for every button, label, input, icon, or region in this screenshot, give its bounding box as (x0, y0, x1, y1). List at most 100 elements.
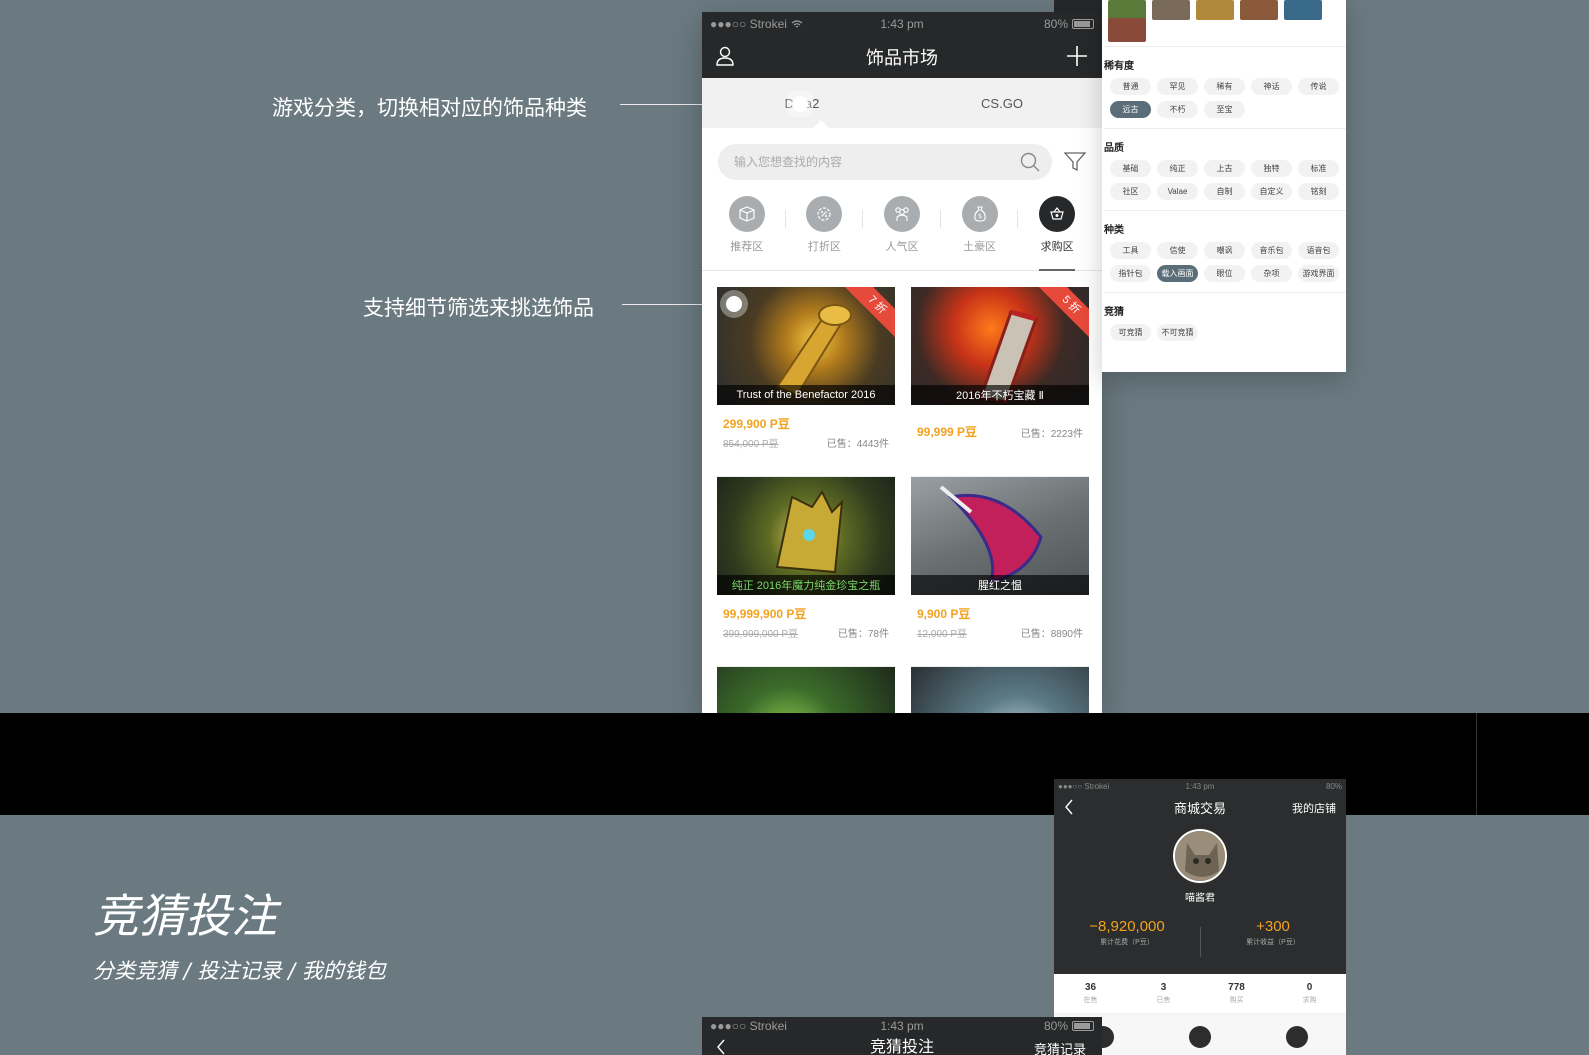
hero-thumb[interactable] (1152, 0, 1190, 20)
item-card[interactable]: 5 折 2016年不朽宝藏 Ⅱ 99,999 P豆 已售：2223件 (911, 287, 1089, 477)
hero-thumb[interactable] (1108, 0, 1146, 20)
filter-chip[interactable]: 普通 (1110, 78, 1151, 95)
money-bag-icon[interactable] (1188, 1026, 1211, 1048)
filter-chip[interactable]: 杂项 (1251, 265, 1292, 282)
price-row: 99,999 P豆 已售：2223件 (911, 405, 1089, 440)
item-sold: 已售：8890件 (1020, 629, 1083, 640)
filter-chip[interactable]: 音乐包 (1251, 242, 1292, 259)
back-icon[interactable] (1064, 799, 1074, 818)
filter-chip[interactable]: 传说 (1298, 78, 1339, 95)
hero-thumb[interactable] (1240, 0, 1278, 20)
market-phone-screen: ●●●○○ Strokei 1:43 pm 80% 饰品市场 Dota2 CS.… (702, 12, 1102, 713)
filter-chip[interactable]: 语音包 (1298, 242, 1339, 259)
filter-section-type: 种类 工具 信使 嘲讽 音乐包 语音包 指针包 载入画面 眼位 杂项 游戏界面 (1104, 210, 1346, 292)
filter-chip[interactable]: 纯正 (1157, 160, 1198, 177)
item-card[interactable]: 7 折 Trust of the Benefactor 2016 299,900… (717, 287, 895, 477)
page-title: 商城交易 (1173, 800, 1226, 816)
filter-chip[interactable]: 神话 (1251, 78, 1292, 95)
count-label: 购买 (1229, 997, 1244, 1004)
search-input[interactable] (734, 155, 1020, 169)
stat-earned: +300 累计收益（P豆） (1200, 918, 1346, 947)
filter-chips: 工具 信使 嘲讽 音乐包 语音包 指针包 载入画面 眼位 杂项 游戏界面 (1104, 242, 1340, 282)
trade-counts: 36 在售 3 已售 778 购买 0 求购 (1054, 974, 1346, 1014)
nav-bar: 饰品市场 (702, 36, 1102, 78)
item-original-price: 12,000 P豆 (917, 629, 968, 640)
tab-csgo[interactable]: CS.GO (902, 78, 1102, 128)
filter-chip[interactable]: 稀有 (1204, 78, 1245, 95)
price-row: 99,999,900 P豆 399,999,000 P豆 已售：78件 (717, 595, 895, 640)
item-card[interactable] (911, 667, 1089, 713)
item-sold: 已售：4443件 (826, 439, 889, 450)
filter-chip[interactable]: 至宝 (1204, 101, 1245, 118)
filter-chip[interactable]: 标准 (1298, 160, 1339, 177)
status-bar: ●●●○○ Strokei 1:43 pm 80% (1054, 779, 1346, 793)
filter-chip[interactable]: 游戏界面 (1298, 265, 1339, 282)
username: 喵酱君 (1185, 893, 1215, 904)
filter-chip[interactable]: 自定义 (1251, 183, 1292, 200)
filter-chip[interactable]: 基础 (1110, 160, 1151, 177)
filter-chip[interactable]: 不朽 (1157, 101, 1198, 118)
annotation-dot (726, 296, 742, 312)
filter-chip[interactable]: 自制 (1204, 183, 1245, 200)
filter-chip[interactable]: 可竞猜 (1110, 324, 1151, 341)
hero-thumb[interactable] (1284, 0, 1322, 20)
count-sold[interactable]: 3 已售 (1127, 974, 1200, 1013)
count-value: 3 (1160, 982, 1167, 993)
category-discount[interactable]: 打折区 (786, 196, 864, 270)
add-icon[interactable] (1066, 45, 1088, 72)
filter-chip-selected[interactable]: 载入画面 (1157, 265, 1198, 282)
filter-chip[interactable]: 工具 (1110, 242, 1151, 259)
item-price: 9,900 P豆 (917, 607, 971, 621)
my-shop-link[interactable]: 我的店铺 (1292, 800, 1336, 816)
filter-chip[interactable]: 眼位 (1204, 265, 1245, 282)
item-name: 腥红之愠 (911, 575, 1089, 595)
stat-label: 累计收益（P豆） (1246, 939, 1300, 946)
filter-chip[interactable]: Valae (1157, 183, 1198, 200)
category-recommend[interactable]: 推荐区 (708, 196, 786, 270)
item-name: 纯正 2016年魔力纯金珍宝之瓶 (717, 575, 895, 595)
back-icon[interactable] (716, 1039, 726, 1055)
people-icon (883, 196, 920, 232)
cat-avatar-art (1175, 831, 1225, 881)
filter-chip[interactable]: 指针包 (1110, 265, 1151, 282)
filter-icon[interactable] (1064, 152, 1086, 172)
item-card[interactable]: 腥红之愠 9,900 P豆 12,000 P豆 已售：8890件 (911, 477, 1089, 667)
shopping-basket-icon[interactable] (1286, 1026, 1309, 1048)
filter-chip[interactable]: 嘲讽 (1204, 242, 1245, 259)
filter-chip[interactable]: 铭刻 (1298, 183, 1339, 200)
filter-chip[interactable]: 不可竞猜 (1157, 324, 1198, 341)
item-card[interactable]: 纯正 2016年魔力纯金珍宝之瓶 99,999,900 P豆 399,999,0… (717, 477, 895, 667)
box-icon (728, 196, 765, 232)
category-rich[interactable]: $ 土豪区 (941, 196, 1019, 270)
count-wanted[interactable]: 0 求购 (1273, 974, 1346, 1013)
battery: 80% (1044, 1019, 1094, 1033)
user-icon[interactable] (716, 46, 734, 71)
stat-spent: −8,920,000 累计花费（P豆） (1054, 918, 1200, 947)
category-wanted[interactable]: 求购区 (1018, 196, 1096, 271)
item-image: 纯正 2016年魔力纯金珍宝之瓶 (717, 477, 895, 595)
category-popular[interactable]: 人气区 (863, 196, 941, 270)
item-card[interactable] (717, 667, 895, 713)
divider (1476, 713, 1477, 815)
carrier: ●●●○○ Strokei (710, 1019, 787, 1033)
hero-thumb[interactable] (1108, 18, 1146, 42)
count-label: 求购 (1302, 997, 1317, 1004)
filter-chips: 普通 罕见 稀有 神话 传说 远古 不朽 至宝 (1104, 78, 1340, 118)
wifi-icon (791, 19, 803, 27)
hero-thumb[interactable] (1196, 0, 1234, 20)
filter-chip[interactable]: 上古 (1204, 160, 1245, 177)
filter-chip[interactable]: 独特 (1251, 160, 1292, 177)
filter-chip-selected[interactable]: 远古 (1110, 101, 1151, 118)
filter-chip[interactable]: 社区 (1110, 183, 1151, 200)
filter-chip[interactable]: 罕见 (1157, 78, 1198, 95)
count-on-sale[interactable]: 36 在售 (1054, 974, 1127, 1013)
item-price: 99,999,900 P豆 (723, 607, 807, 621)
betting-record-link[interactable]: 竞猜记录 (1034, 1039, 1086, 1055)
avatar[interactable] (1173, 829, 1227, 883)
filter-chips: 基础 纯正 上古 独特 标准 社区 Valae 自制 自定义 铭刻 (1104, 160, 1340, 200)
search-icon[interactable] (1020, 152, 1040, 172)
carrier: ●●●○○ Strokei (710, 17, 803, 31)
filter-chip[interactable]: 信使 (1157, 242, 1198, 259)
battery-icon (1072, 19, 1094, 29)
count-bought[interactable]: 778 购买 (1200, 974, 1273, 1013)
